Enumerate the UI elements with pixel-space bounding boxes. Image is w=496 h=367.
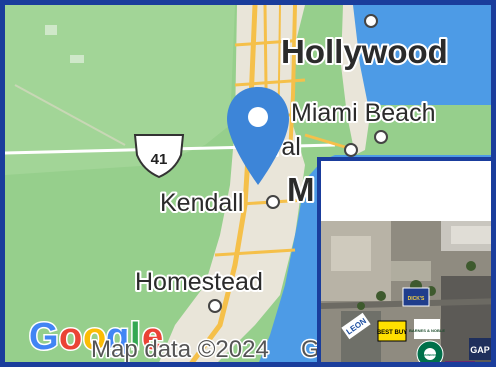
city-dot-miami-beach — [374, 130, 388, 144]
svg-text:DICK'S: DICK'S — [408, 296, 425, 302]
barnes-noble-logo: BARNES & NOBLE — [409, 319, 445, 339]
starbucks-logo: STARBUCKS — [416, 340, 444, 362]
label-kendall: Kendall — [160, 189, 243, 217]
gap-logo: GAP — [469, 338, 491, 360]
map-attribution: Map data ©2024 — [91, 336, 269, 363]
label-homestead: Homestead — [135, 268, 263, 296]
label-partial-m: M — [287, 171, 315, 208]
aerial-inset[interactable]: DICK'S LEON BEST BUY BARNES & NOBLE STAR… — [317, 157, 491, 362]
city-dot — [344, 143, 358, 157]
svg-text:G: G — [29, 316, 59, 358]
store-sign-logo: DICK'S — [402, 287, 430, 307]
city-dot — [364, 14, 378, 28]
map-frame: Hollywood Miami Beach ral M Kendall Home… — [0, 0, 496, 367]
aerial-photo: DICK'S LEON BEST BUY BARNES & NOBLE STAR… — [321, 221, 491, 362]
svg-text:BEST BUY: BEST BUY — [377, 330, 407, 336]
svg-text:o: o — [59, 316, 82, 358]
city-dot-kendall — [266, 195, 280, 209]
best-buy-logo: BEST BUY — [377, 320, 407, 342]
svg-text:BARNES & NOBLE: BARNES & NOBLE — [409, 328, 445, 333]
inset-blank-area — [321, 161, 491, 221]
city-dot-homestead — [208, 299, 222, 313]
svg-text:GAP: GAP — [470, 345, 490, 355]
land-patch — [70, 55, 84, 63]
label-hollywood: Hollywood — [281, 33, 448, 70]
land-patch — [45, 25, 57, 35]
svg-text:41: 41 — [151, 151, 168, 168]
label-miami-beach: Miami Beach — [291, 99, 436, 127]
svg-text:STARBUCKS: STARBUCKS — [421, 353, 440, 357]
